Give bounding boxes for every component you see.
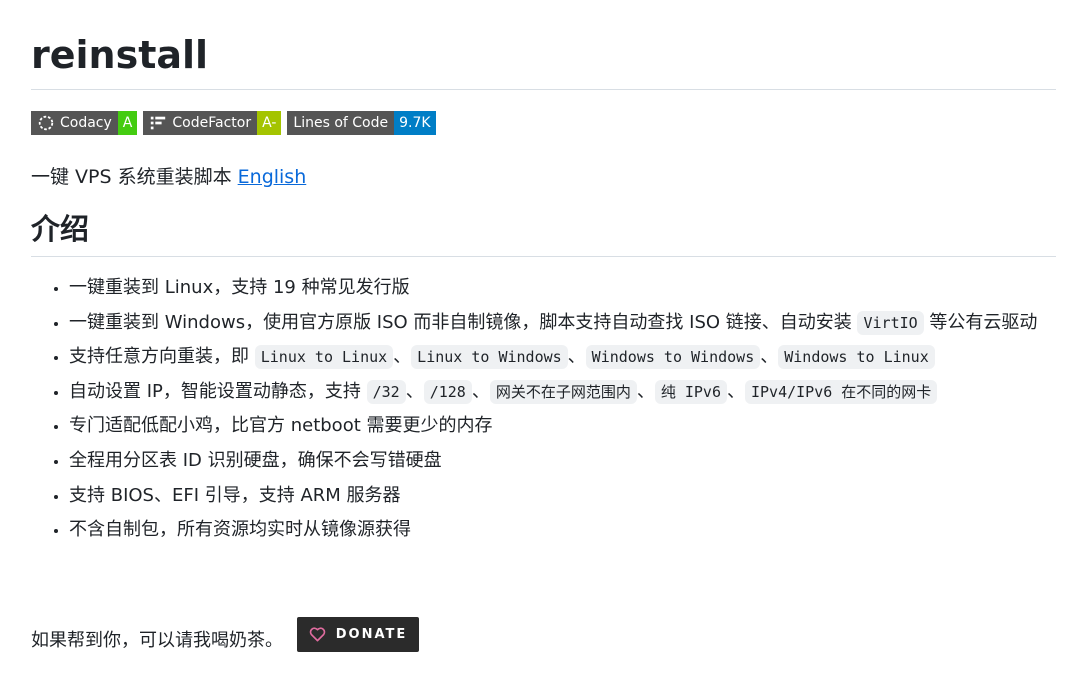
badge-row: Codacy A CodeFactor A- Lines of Code 9.7… [31, 111, 1056, 135]
list-item: 专门适配低配小鸡，比官方 netboot 需要更少的内存 [69, 411, 1056, 441]
tagline: 一键 VPS 系统重装脚本 English [31, 166, 307, 188]
codefactor-badge[interactable]: CodeFactor A- [143, 111, 282, 135]
list-item: 一键重装到 Linux，支持 19 种常见发行版 [69, 273, 1056, 303]
donate-button[interactable]: DONATE [297, 616, 419, 652]
codacy-icon [38, 115, 54, 131]
heart-icon [309, 626, 325, 641]
list-item: 支持任意方向重装，即 Linux to Linux、Linux to Windo… [69, 342, 1056, 372]
loc-badge[interactable]: Lines of Code 9.7K [287, 111, 436, 135]
list-item: 支持 BIOS、EFI 引导，支持 ARM 服务器 [69, 481, 1056, 511]
list-item: 不含自制包，所有资源均实时从镜像源获得 [69, 515, 1056, 545]
donate-row: 如果帮到你，可以请我喝奶茶。 DONATE [31, 612, 419, 656]
list-item: 一键重装到 Windows，使用官方原版 ISO 而非自制镜像，脚本支持自动查找… [69, 308, 1056, 338]
list-item: 全程用分区表 ID 识别硬盘，确保不会写错硬盘 [69, 446, 1056, 476]
codacy-badge[interactable]: Codacy A [31, 111, 138, 135]
section-title: 介绍 [31, 209, 1056, 257]
feature-list: 一键重装到 Linux，支持 19 种常见发行版 一键重装到 Windows，使… [31, 273, 1056, 545]
readme: reinstall Codacy A CodeFactor A- Lines o… [0, 0, 1080, 545]
list-item: 自动设置 IP，智能设置动静态，支持 /32、/128、网关不在子网范围内、纯 … [69, 377, 1056, 407]
english-link[interactable]: English [238, 166, 307, 188]
codefactor-icon [151, 116, 166, 130]
page-title: reinstall [31, 0, 1056, 90]
donate-text: 如果帮到你，可以请我喝奶茶。 [31, 630, 283, 651]
